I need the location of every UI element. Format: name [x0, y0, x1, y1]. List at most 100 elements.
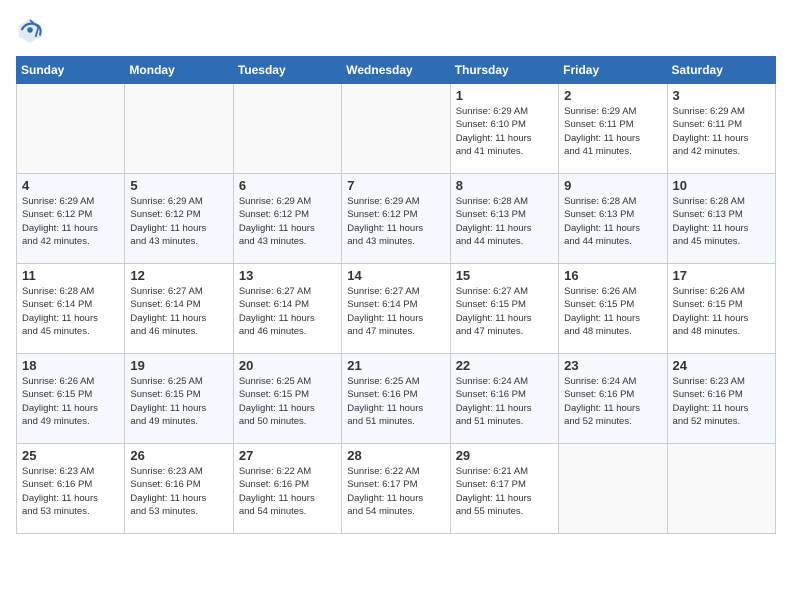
day-number: 25	[22, 448, 119, 463]
day-number: 11	[22, 268, 119, 283]
day-number: 20	[239, 358, 336, 373]
day-number: 2	[564, 88, 661, 103]
calendar-cell	[559, 444, 667, 534]
day-number: 12	[130, 268, 227, 283]
day-number: 8	[456, 178, 553, 193]
day-number: 22	[456, 358, 553, 373]
day-info: Sunrise: 6:23 AM Sunset: 6:16 PM Dayligh…	[673, 375, 770, 428]
day-info: Sunrise: 6:27 AM Sunset: 6:14 PM Dayligh…	[130, 285, 227, 338]
day-info: Sunrise: 6:28 AM Sunset: 6:13 PM Dayligh…	[673, 195, 770, 248]
calendar-cell	[342, 84, 450, 174]
calendar-cell: 15Sunrise: 6:27 AM Sunset: 6:15 PM Dayli…	[450, 264, 558, 354]
calendar-cell: 19 Sunrise: 6:25 AM Sunset: 6:15 PM Dayli…	[125, 354, 233, 444]
day-number: 5	[130, 178, 227, 193]
calendar-cell	[667, 444, 775, 534]
day-info: Sunrise: 6:27 AM Sunset: 6:14 PM Dayligh…	[347, 285, 444, 338]
day-number: 14	[347, 268, 444, 283]
day-header-wednesday: Wednesday	[342, 57, 450, 84]
calendar-cell: 9Sunrise: 6:28 AM Sunset: 6:13 PM Daylig…	[559, 174, 667, 264]
day-number: 3	[673, 88, 770, 103]
calendar-cell: 25 Sunrise: 6:23 AM Sunset: 6:16 PM Dayli…	[17, 444, 125, 534]
calendar-cell: 27 Sunrise: 6:22 AM Sunset: 6:16 PM Dayli…	[233, 444, 341, 534]
logo-icon	[16, 16, 44, 44]
day-header-sunday: Sunday	[17, 57, 125, 84]
day-number: 28	[347, 448, 444, 463]
day-info: Sunrise: 6:26 AM Sunset: 6:15 PM Dayligh…	[22, 375, 119, 428]
day-info: Sunrise: 6:25 AM Sunset: 6:15 PM Dayligh…	[130, 375, 227, 428]
calendar-cell: 23 Sunrise: 6:24 AM Sunset: 6:16 PM Dayli…	[559, 354, 667, 444]
calendar-cell: 20 Sunrise: 6:25 AM Sunset: 6:15 PM Dayli…	[233, 354, 341, 444]
day-number: 10	[673, 178, 770, 193]
day-number: 21	[347, 358, 444, 373]
calendar-cell: 13 Sunrise: 6:27 AM Sunset: 6:14 PM Dayli…	[233, 264, 341, 354]
logo	[16, 16, 48, 44]
day-info: Sunrise: 6:24 AM Sunset: 6:16 PM Dayligh…	[564, 375, 661, 428]
calendar-week-5: 25 Sunrise: 6:23 AM Sunset: 6:16 PM Dayli…	[17, 444, 776, 534]
day-info: Sunrise: 6:24 AM Sunset: 6:16 PM Dayligh…	[456, 375, 553, 428]
calendar-cell: 4Sunrise: 6:29 AM Sunset: 6:12 PM Daylig…	[17, 174, 125, 264]
day-info: Sunrise: 6:22 AM Sunset: 6:17 PM Dayligh…	[347, 465, 444, 518]
day-number: 1	[456, 88, 553, 103]
day-info: Sunrise: 6:21 AM Sunset: 6:17 PM Dayligh…	[456, 465, 553, 518]
calendar-cell: 5 Sunrise: 6:29 AM Sunset: 6:12 PM Daylig…	[125, 174, 233, 264]
calendar-cell	[233, 84, 341, 174]
calendar-cell: 16 Sunrise: 6:26 AM Sunset: 6:15 PM Dayli…	[559, 264, 667, 354]
day-info: Sunrise: 6:27 AM Sunset: 6:15 PM Dayligh…	[456, 285, 553, 338]
day-header-thursday: Thursday	[450, 57, 558, 84]
day-number: 19	[130, 358, 227, 373]
calendar-cell: 3 Sunrise: 6:29 AM Sunset: 6:11 PM Daylig…	[667, 84, 775, 174]
day-info: Sunrise: 6:27 AM Sunset: 6:14 PM Dayligh…	[239, 285, 336, 338]
calendar-cell: 12 Sunrise: 6:27 AM Sunset: 6:14 PM Dayli…	[125, 264, 233, 354]
day-info: Sunrise: 6:29 AM Sunset: 6:12 PM Dayligh…	[347, 195, 444, 248]
calendar-cell: 28 Sunrise: 6:22 AM Sunset: 6:17 PM Dayli…	[342, 444, 450, 534]
calendar-header-row: SundayMondayTuesdayWednesdayThursdayFrid…	[17, 57, 776, 84]
day-info: Sunrise: 6:26 AM Sunset: 6:15 PM Dayligh…	[564, 285, 661, 338]
day-number: 16	[564, 268, 661, 283]
day-number: 24	[673, 358, 770, 373]
calendar-cell: 26 Sunrise: 6:23 AM Sunset: 6:16 PM Dayli…	[125, 444, 233, 534]
day-header-monday: Monday	[125, 57, 233, 84]
day-number: 23	[564, 358, 661, 373]
day-info: Sunrise: 6:28 AM Sunset: 6:14 PM Dayligh…	[22, 285, 119, 338]
calendar-cell: 17Sunrise: 6:26 AM Sunset: 6:15 PM Dayli…	[667, 264, 775, 354]
calendar-cell: 8 Sunrise: 6:28 AM Sunset: 6:13 PM Daylig…	[450, 174, 558, 264]
day-number: 6	[239, 178, 336, 193]
calendar-cell: 1 Sunrise: 6:29 AM Sunset: 6:10 PM Daylig…	[450, 84, 558, 174]
day-header-friday: Friday	[559, 57, 667, 84]
day-info: Sunrise: 6:29 AM Sunset: 6:11 PM Dayligh…	[673, 105, 770, 158]
calendar-cell: 10 Sunrise: 6:28 AM Sunset: 6:13 PM Dayli…	[667, 174, 775, 264]
day-info: Sunrise: 6:29 AM Sunset: 6:10 PM Dayligh…	[456, 105, 553, 158]
day-header-tuesday: Tuesday	[233, 57, 341, 84]
day-info: Sunrise: 6:29 AM Sunset: 6:12 PM Dayligh…	[130, 195, 227, 248]
calendar-cell: 6Sunrise: 6:29 AM Sunset: 6:12 PM Daylig…	[233, 174, 341, 264]
calendar-cell: 11 Sunrise: 6:28 AM Sunset: 6:14 PM Dayli…	[17, 264, 125, 354]
day-info: Sunrise: 6:23 AM Sunset: 6:16 PM Dayligh…	[130, 465, 227, 518]
calendar-cell: 22 Sunrise: 6:24 AM Sunset: 6:16 PM Dayli…	[450, 354, 558, 444]
day-number: 7	[347, 178, 444, 193]
calendar-cell: 24 Sunrise: 6:23 AM Sunset: 6:16 PM Dayli…	[667, 354, 775, 444]
day-info: Sunrise: 6:22 AM Sunset: 6:16 PM Dayligh…	[239, 465, 336, 518]
calendar-week-3: 11 Sunrise: 6:28 AM Sunset: 6:14 PM Dayli…	[17, 264, 776, 354]
day-number: 26	[130, 448, 227, 463]
page-header	[16, 16, 776, 44]
day-info: Sunrise: 6:28 AM Sunset: 6:13 PM Dayligh…	[456, 195, 553, 248]
calendar-cell: 18 Sunrise: 6:26 AM Sunset: 6:15 PM Dayli…	[17, 354, 125, 444]
calendar-cell: 7 Sunrise: 6:29 AM Sunset: 6:12 PM Daylig…	[342, 174, 450, 264]
day-info: Sunrise: 6:28 AM Sunset: 6:13 PM Dayligh…	[564, 195, 661, 248]
calendar-week-2: 4 Sunrise: 6:29 AM Sunset: 6:12 PM Daylig…	[17, 174, 776, 264]
calendar-cell	[17, 84, 125, 174]
calendar-week-4: 18 Sunrise: 6:26 AM Sunset: 6:15 PM Dayli…	[17, 354, 776, 444]
day-number: 27	[239, 448, 336, 463]
calendar-cell	[125, 84, 233, 174]
day-number: 4	[22, 178, 119, 193]
day-number: 18	[22, 358, 119, 373]
calendar-cell: 29 Sunrise: 6:21 AM Sunset: 6:17 PM Dayli…	[450, 444, 558, 534]
calendar-cell: 2Sunrise: 6:29 AM Sunset: 6:11 PM Daylig…	[559, 84, 667, 174]
day-header-saturday: Saturday	[667, 57, 775, 84]
calendar-week-1: 1 Sunrise: 6:29 AM Sunset: 6:10 PM Daylig…	[17, 84, 776, 174]
day-number: 29	[456, 448, 553, 463]
day-info: Sunrise: 6:23 AM Sunset: 6:16 PM Dayligh…	[22, 465, 119, 518]
day-number: 13	[239, 268, 336, 283]
day-info: Sunrise: 6:25 AM Sunset: 6:15 PM Dayligh…	[239, 375, 336, 428]
day-number: 17	[673, 268, 770, 283]
